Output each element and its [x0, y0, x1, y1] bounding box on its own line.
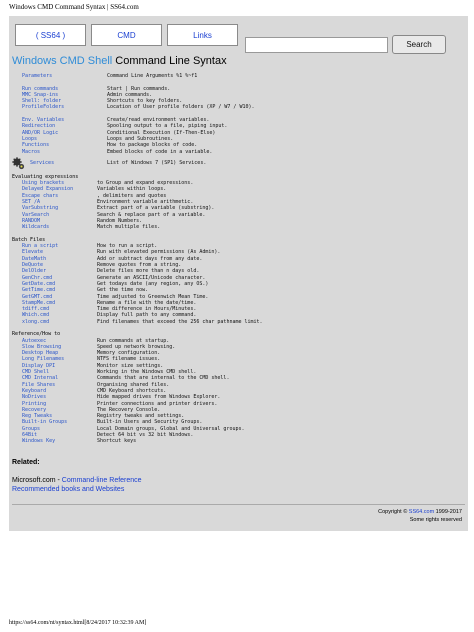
copyright-notice: Copyright © SS64.com 1999-2017 Some righ… — [378, 508, 462, 524]
copyright-years: 1999-2017 — [434, 509, 462, 515]
rights-text: Some rights reserved — [409, 517, 462, 523]
topic-sections: Evaluating expressions Using brackets to G… — [12, 174, 464, 445]
microsoft-prefix: Microsoft.com - — [12, 477, 62, 484]
services-desc: List of Windows 7 (SP1) Services. — [107, 160, 207, 167]
topic-description: Command Line Arguments %1 %~f1 — [107, 73, 198, 79]
topic-link[interactable]: ProfileFolders — [12, 104, 107, 110]
print-page-url: https://ss64.com/nt/syntax.html[8/24/201… — [9, 620, 147, 626]
topic-description: Embed blocks of code in a variable. — [107, 148, 213, 155]
list-item: Windows Key Shortcut keys — [12, 438, 464, 444]
microsoft-reference-line: Microsoft.com - Command-line Reference — [12, 477, 142, 484]
services-row: Services List of Windows 7 (SP1) Service… — [12, 157, 464, 170]
search-button[interactable]: Search — [392, 35, 446, 54]
topic-description: Find filenames that exceed the 256 char … — [97, 318, 263, 325]
related-heading: Related: — [12, 459, 40, 466]
topic-link[interactable]: xlong.cmd — [12, 319, 97, 325]
copyright-prefix: Copyright © — [378, 509, 409, 515]
ss64-link[interactable]: SS64.com — [409, 509, 434, 515]
search-input[interactable] — [245, 37, 388, 53]
page-container: ( SS64 ) CMD Links Search Windows CMD Sh… — [9, 16, 468, 531]
services-link[interactable]: Services — [30, 160, 107, 166]
gears-icon — [12, 157, 25, 170]
page-title-brand: Windows CMD Shell — [12, 55, 113, 67]
page-title: Windows CMD Shell Command Line Syntax — [12, 55, 227, 67]
page-title-rest: Command Line Syntax — [112, 55, 227, 67]
command-line-reference-link[interactable]: Command-line Reference — [62, 477, 142, 484]
topic-description: Location of User profile folders (XP / W… — [107, 104, 255, 111]
footer-divider — [12, 504, 465, 505]
syntax-index: Parameters Command Line Arguments %1 %~f1… — [12, 73, 464, 445]
topic-link[interactable]: Wildcards — [12, 224, 97, 230]
nav-cmd-button[interactable]: CMD — [91, 24, 162, 46]
nav-ss64-button[interactable]: ( SS64 ) — [15, 24, 86, 46]
topic-link[interactable]: Parameters — [12, 73, 107, 79]
topic-description: Shortcut keys — [97, 438, 137, 445]
general-topics: Parameters Command Line Arguments %1 %~f1… — [12, 73, 464, 155]
print-page-title: Windows CMD Command Syntax | SS64.com — [9, 3, 139, 11]
nav-links-button[interactable]: Links — [167, 24, 238, 46]
topic-link[interactable]: Macros — [12, 149, 107, 155]
list-item: Macros Embed blocks of code in a variable… — [12, 149, 464, 155]
topic-link[interactable]: Windows Key — [12, 438, 97, 444]
topic-description: Match multiple files. — [97, 224, 161, 231]
recommended-books-link[interactable]: Recommended books and Websites — [12, 486, 124, 493]
